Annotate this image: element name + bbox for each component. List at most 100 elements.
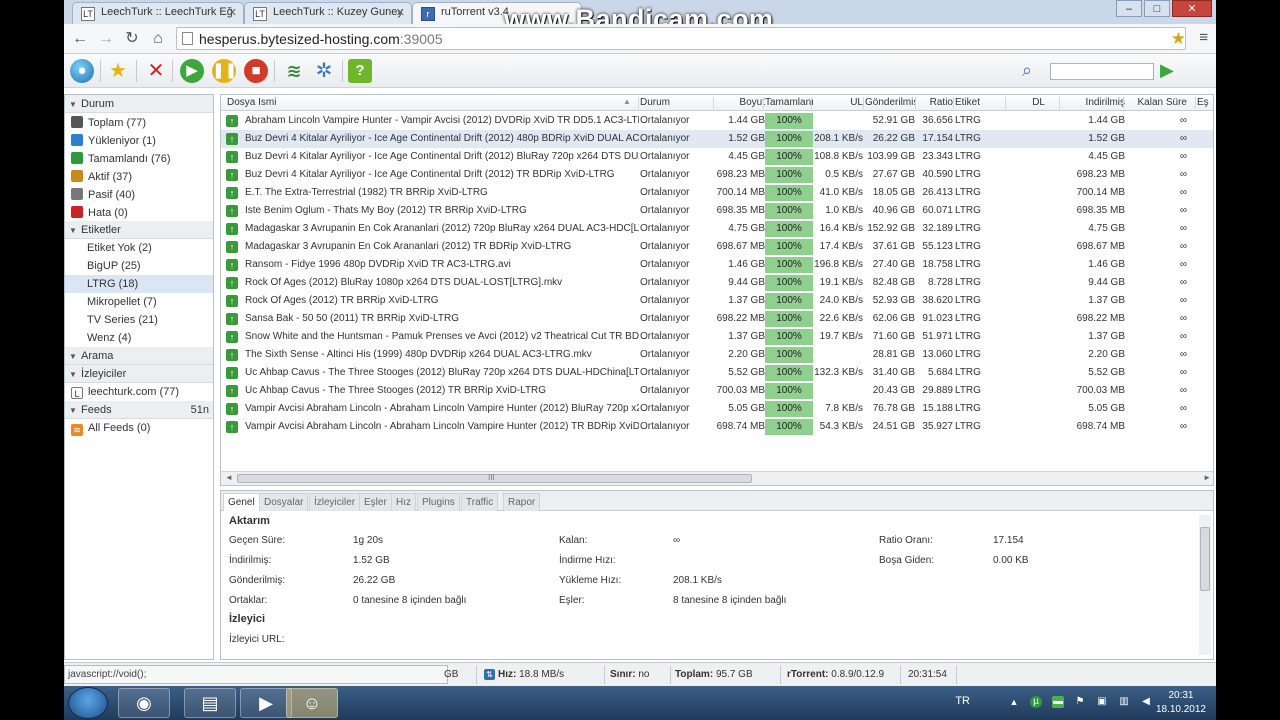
column-header[interactable]: Boyut <box>715 97 765 108</box>
table-row[interactable]: ↑ Sansa Bak - 50 50 (2011) TR BRRip XviD-… <box>221 310 1213 328</box>
table-row[interactable]: ↑ Uc Ahbap Cavus - The Three Stooges (201… <box>221 382 1213 400</box>
column-header[interactable]: UL <box>813 97 863 108</box>
close-tab-icon[interactable]: ✕ <box>396 6 405 19</box>
table-row[interactable]: ↑ Snow White and the Huntsman - Pamuk Pre… <box>221 328 1213 346</box>
media-player-taskbar-icon[interactable]: ▶ <box>240 688 292 718</box>
column-header[interactable]: Ratio <box>917 97 953 108</box>
forward-icon[interactable]: → <box>96 29 116 49</box>
sidebar-item-label-filter[interactable]: BigUP (25) <box>65 257 213 275</box>
sidebar-item-tracker[interactable]: Lleechturk.com (77) <box>65 383 213 401</box>
scroll-left-icon[interactable]: ◄ <box>225 473 233 482</box>
sidebar-section-search[interactable]: ▼ Arama <box>65 347 213 365</box>
table-row[interactable]: ↑ Buz Devri 4 Kitalar Ayriliyor - Ice Age… <box>221 130 1213 148</box>
column-header[interactable]: Kalan Süre <box>1125 97 1187 108</box>
horizontal-scrollbar[interactable]: ◄ III ► <box>221 471 1213 485</box>
sidebar-item-status[interactable]: Hata (0) <box>65 203 213 221</box>
maximize-icon[interactable]: □ <box>1144 0 1170 17</box>
network-icon[interactable]: ▥ <box>1118 696 1130 708</box>
show-hidden-icons-icon[interactable]: ▲ <box>1008 696 1020 708</box>
scroll-thumb[interactable]: III <box>237 473 752 483</box>
sidebar-item-status[interactable]: Pasif (40) <box>65 185 213 203</box>
details-tab[interactable]: İzleyiciler <box>309 493 361 511</box>
sidebar-item-status[interactable]: Toplam (77) <box>65 113 213 131</box>
chrome-taskbar-icon[interactable]: ◉ <box>118 688 170 718</box>
column-header[interactable]: Durum <box>640 97 714 108</box>
search-icon[interactable]: ⌕ <box>1022 60 1032 81</box>
sidebar-item-label-filter[interactable]: Etiket Yok (2) <box>65 239 213 257</box>
column-header[interactable]: Eş <box>1197 97 1213 108</box>
wrench-menu-icon[interactable]: ≡ <box>1199 29 1208 46</box>
table-row[interactable]: ↑ Buz Devri 4 Kitalar Ayriliyor - Ice Age… <box>221 148 1213 166</box>
sidebar-section-trackers[interactable]: ▼ İzleyiciler <box>65 365 213 383</box>
pause-icon[interactable]: ❚❚ <box>212 59 237 83</box>
reload-icon[interactable]: ↻ <box>122 29 142 49</box>
column-header[interactable]: Tamamlanı <box>765 97 813 108</box>
details-tab[interactable]: Rapor <box>503 493 541 511</box>
table-row[interactable]: ↑ Madagaskar 3 Avrupanin En Cok Arananlar… <box>221 238 1213 256</box>
table-row[interactable]: ↑ Ransom - Fidye 1996 480p DVDRip XviD TR… <box>221 256 1213 274</box>
column-header[interactable]: Etiket <box>955 97 1005 108</box>
tray-app-icon[interactable]: ▣ <box>1096 696 1108 708</box>
sidebar-item-label-filter[interactable]: Wenz (4) <box>65 329 213 347</box>
tray-flag-icon[interactable]: ⚑ <box>1074 696 1086 708</box>
tab-leechturk-1[interactable]: LT LeechTurk :: LeechTurk Eğ ✕ <box>72 2 244 24</box>
table-row[interactable]: ↑ Uc Ahbap Cavus - The Three Stooges (201… <box>221 364 1213 382</box>
details-tab[interactable]: Hız <box>391 493 416 511</box>
scroll-right-icon[interactable]: ► <box>1203 473 1211 482</box>
sidebar-item-label-filter[interactable]: LTRG (18) <box>65 275 213 293</box>
table-row[interactable]: ↑ E.T. The Extra-Terrestrial (1982) TR BR… <box>221 184 1213 202</box>
rss-icon[interactable]: ≋ <box>282 59 306 83</box>
scroll-thumb[interactable] <box>1200 527 1210 591</box>
bookmark-star-icon[interactable]: ★ <box>1171 29 1186 49</box>
details-tab[interactable]: Traffic <box>461 493 499 511</box>
vertical-scrollbar[interactable] <box>1199 515 1211 655</box>
table-row[interactable]: ↑ Rock Of Ages (2012) TR BRRip XviD-LTRG O… <box>221 292 1213 310</box>
home-icon[interactable]: ⌂ <box>148 29 168 49</box>
table-row[interactable]: ↑ Vampir Avcisi Abraham Lincoln - Abraham… <box>221 418 1213 436</box>
window-close-icon[interactable]: ✕ <box>1172 0 1212 17</box>
sidebar-item-status[interactable]: Aktif (37) <box>65 167 213 185</box>
messenger-taskbar-icon[interactable]: ☺ <box>286 688 338 718</box>
back-icon[interactable]: ← <box>70 29 90 49</box>
details-tab[interactable]: Dosyalar <box>259 493 309 511</box>
table-row[interactable]: ↑ Abraham Lincoln Vampire Hunter - Vampir… <box>221 112 1213 130</box>
details-tab[interactable]: Plugins <box>417 493 460 511</box>
system-clock[interactable]: 20:31 18.10.2012 <box>1156 689 1206 717</box>
table-row[interactable]: ↑ Madagaskar 3 Avrupanin En Cok Arananlar… <box>221 220 1213 238</box>
sidebar-section-feeds[interactable]: ▼ Feeds 51n <box>65 401 213 419</box>
volume-icon[interactable]: ◀ <box>1140 696 1152 708</box>
column-header[interactable]: Dosya İsmi <box>227 97 627 108</box>
address-bar[interactable]: hesperus.bytesized-hosting.com:39005 <box>176 27 1186 50</box>
sidebar-item-label-filter[interactable]: Mikropellet (7) <box>65 293 213 311</box>
add-torrent-globe-icon[interactable]: ● <box>70 59 94 83</box>
sidebar-item-all-feeds[interactable]: ≋ All Feeds (0) <box>65 419 213 437</box>
column-header[interactable]: DL <box>1007 97 1045 108</box>
column-header[interactable]: İndirilmiş <box>1061 97 1125 108</box>
settings-gear-icon[interactable]: ✲ <box>312 59 336 83</box>
search-go-icon[interactable]: ▶ <box>1160 60 1174 81</box>
start-button[interactable] <box>68 687 108 719</box>
explorer-taskbar-icon[interactable]: ▤ <box>184 688 236 718</box>
language-indicator[interactable]: TR <box>955 695 970 707</box>
close-tab-icon[interactable]: ✕ <box>228 6 237 19</box>
column-header[interactable]: Gönderilmiş <box>865 97 915 108</box>
remove-x-icon[interactable]: ✕ <box>144 59 168 83</box>
table-row[interactable]: ↑ Rock Of Ages (2012) BluRay 1080p x264 D… <box>221 274 1213 292</box>
start-icon[interactable]: ▶ <box>180 59 204 83</box>
sidebar-item-status[interactable]: Yükleniyor (1) <box>65 131 213 149</box>
sidebar-item-status[interactable]: Tamamlandı (76) <box>65 149 213 167</box>
table-row[interactable]: ↑ Buz Devri 4 Kitalar Ayriliyor - Ice Age… <box>221 166 1213 184</box>
tray-app-icon[interactable]: ▬ <box>1052 696 1064 708</box>
sidebar-section-status[interactable]: ▼ Durum <box>65 95 213 113</box>
sidebar-item-label-filter[interactable]: TV Series (21) <box>65 311 213 329</box>
details-tab[interactable]: Eşler <box>359 493 392 511</box>
stop-icon[interactable]: ■ <box>244 59 268 83</box>
sidebar-section-labels[interactable]: ▼ Etiketler <box>65 221 213 239</box>
help-icon[interactable]: ? <box>348 59 372 83</box>
table-row[interactable]: ↑ The Sixth Sense - Altinci His (1999) 48… <box>221 346 1213 364</box>
details-tab[interactable]: Genel <box>223 493 260 511</box>
table-row[interactable]: ↑ Iste Benim Oglum - Thats My Boy (2012) … <box>221 202 1213 220</box>
minimize-icon[interactable]: – <box>1116 0 1142 17</box>
table-row[interactable]: ↑ Vampir Avcisi Abraham Lincoln - Abraham… <box>221 400 1213 418</box>
utorrent-tray-icon[interactable]: µ <box>1030 696 1042 708</box>
